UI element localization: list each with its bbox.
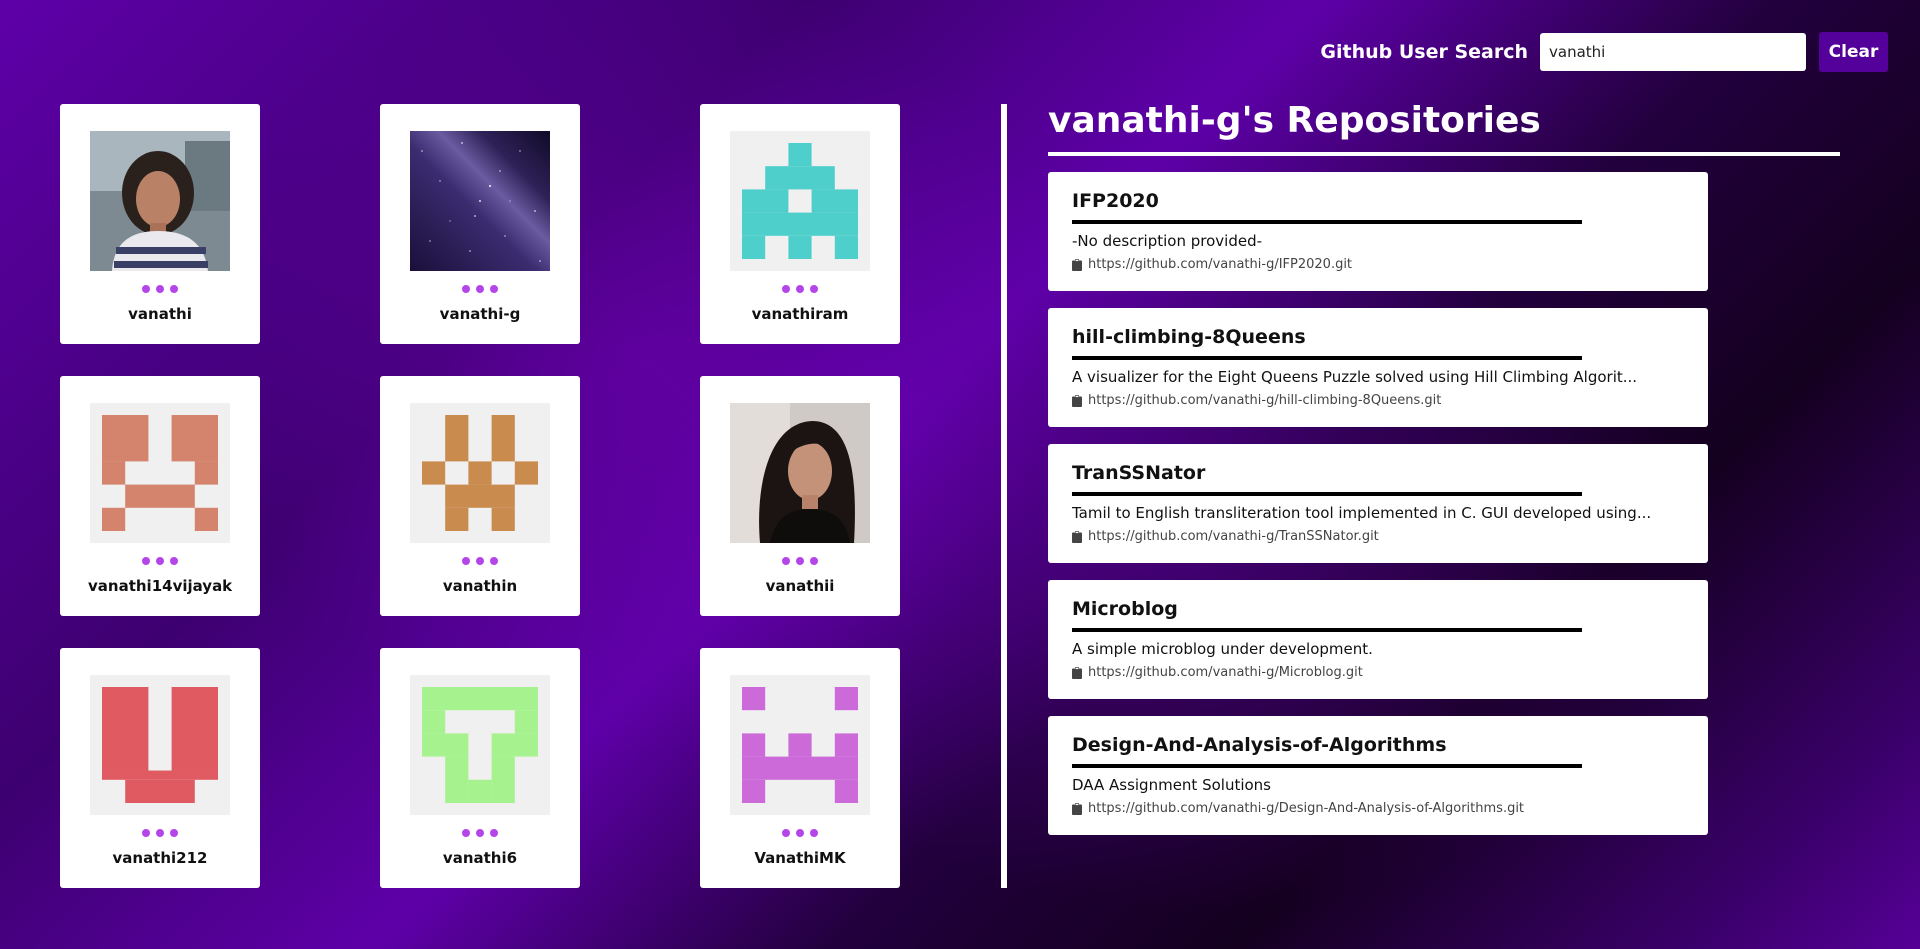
repo-description: DAA Assignment Solutions [1072, 776, 1271, 794]
repo-name[interactable]: hill-climbing-8Queens [1072, 326, 1684, 350]
more-dots-icon [462, 557, 498, 565]
user-card[interactable]: vanathi-g [380, 104, 580, 344]
avatar-galaxy-photo [410, 131, 550, 271]
repo-url[interactable]: https://github.com/vanathi-g/IFP2020.git [1088, 257, 1352, 272]
repo-card: TranSSNator Tamil to English translitera… [1048, 444, 1708, 563]
username: vanathi6 [442, 849, 518, 867]
repo-description: A simple microblog under development. [1072, 640, 1373, 658]
repo-url[interactable]: https://github.com/vanathi-g/TranSSNator… [1088, 529, 1379, 544]
more-dots-icon [462, 285, 498, 293]
repo-card: hill-climbing-8Queens A visualizer for t… [1048, 308, 1708, 427]
user-card[interactable]: vanathi [60, 104, 260, 344]
avatar [410, 403, 550, 543]
repo-link-row: https://github.com/vanathi-g/hill-climbi… [1072, 393, 1684, 408]
repo-url[interactable]: https://github.com/vanathi-g/Microblog.g… [1088, 665, 1363, 680]
repo-description: Tamil to English transliteration tool im… [1072, 504, 1652, 522]
user-grid: vanathi vanathi-g vanathiram vanathi14vi… [60, 104, 900, 888]
avatar [90, 131, 230, 271]
repo-url[interactable]: https://github.com/vanathi-g/Design-And-… [1088, 801, 1524, 816]
repo-name[interactable]: IFP2020 [1072, 190, 1684, 214]
repo-link-row: https://github.com/vanathi-g/TranSSNator… [1072, 529, 1684, 544]
vertical-divider [1001, 104, 1007, 888]
user-card[interactable]: vanathin [380, 376, 580, 616]
repo-description: -No description provided- [1072, 232, 1263, 250]
repo-link-row: https://github.com/vanathi-g/IFP2020.git [1072, 257, 1684, 272]
more-dots-icon [142, 829, 178, 837]
more-dots-icon [782, 285, 818, 293]
repo-link-row: https://github.com/vanathi-g/Design-And-… [1072, 801, 1684, 816]
repo-divider [1072, 628, 1582, 632]
repos-title: vanathi-g's Repositories [1048, 100, 1541, 141]
avatar-identicon [422, 415, 538, 531]
avatar-photo [90, 131, 230, 271]
user-card[interactable]: vanathi14vijayakumar [60, 376, 260, 616]
repo-divider [1072, 492, 1582, 496]
avatar-identicon [422, 687, 538, 803]
repo-divider [1072, 764, 1582, 768]
clear-button[interactable]: Clear [1819, 32, 1888, 72]
repo-description: A visualizer for the Eight Queens Puzzle… [1072, 368, 1638, 386]
username: vanathi14vijayakumar [88, 577, 232, 595]
avatar-identicon [102, 415, 218, 531]
username: vanathi [128, 305, 192, 323]
avatar [730, 131, 870, 271]
user-card[interactable]: vanathi6 [380, 648, 580, 888]
username: vanathi-g [439, 305, 521, 323]
avatar [730, 675, 870, 815]
user-card[interactable]: vanathi212 [60, 648, 260, 888]
avatar [90, 403, 230, 543]
more-dots-icon [782, 557, 818, 565]
avatar [410, 675, 550, 815]
more-dots-icon [142, 557, 178, 565]
repo-card: Design-And-Analysis-of-Algorithms DAA As… [1048, 716, 1708, 835]
username: VanathiMK [754, 849, 846, 867]
more-dots-icon [782, 829, 818, 837]
repo-link-row: https://github.com/vanathi-g/Microblog.g… [1072, 665, 1684, 680]
username: vanathiram [751, 305, 849, 323]
repo-list: IFP2020 -No description provided- https:… [1048, 172, 1708, 835]
search-bar: Github User Search Clear [1320, 32, 1888, 72]
avatar-photo [730, 403, 870, 543]
avatar-identicon [742, 687, 858, 803]
user-card[interactable]: vanathii [700, 376, 900, 616]
clipboard-icon[interactable] [1072, 258, 1082, 271]
repo-name[interactable]: Design-And-Analysis-of-Algorithms [1072, 734, 1684, 758]
clipboard-icon[interactable] [1072, 394, 1082, 407]
user-card[interactable]: vanathiram [700, 104, 900, 344]
clipboard-icon[interactable] [1072, 530, 1082, 543]
repo-url[interactable]: https://github.com/vanathi-g/hill-climbi… [1088, 393, 1441, 408]
repo-name[interactable]: Microblog [1072, 598, 1684, 622]
username: vanathii [765, 577, 835, 595]
avatar-identicon [742, 143, 858, 259]
search-input[interactable] [1540, 33, 1806, 71]
avatar-identicon [102, 687, 218, 803]
avatar [410, 131, 550, 271]
repo-card: IFP2020 -No description provided- https:… [1048, 172, 1708, 291]
more-dots-icon [142, 285, 178, 293]
username: vanathi212 [112, 849, 208, 867]
search-label: Github User Search [1320, 41, 1528, 63]
repos-title-underline [1048, 152, 1840, 156]
user-card[interactable]: VanathiMK [700, 648, 900, 888]
avatar [730, 403, 870, 543]
clipboard-icon[interactable] [1072, 802, 1082, 815]
username: vanathin [442, 577, 518, 595]
avatar [90, 675, 230, 815]
repo-card: Microblog A simple microblog under devel… [1048, 580, 1708, 699]
repo-divider [1072, 220, 1582, 224]
repo-name[interactable]: TranSSNator [1072, 462, 1684, 486]
repo-divider [1072, 356, 1582, 360]
clipboard-icon[interactable] [1072, 666, 1082, 679]
more-dots-icon [462, 829, 498, 837]
